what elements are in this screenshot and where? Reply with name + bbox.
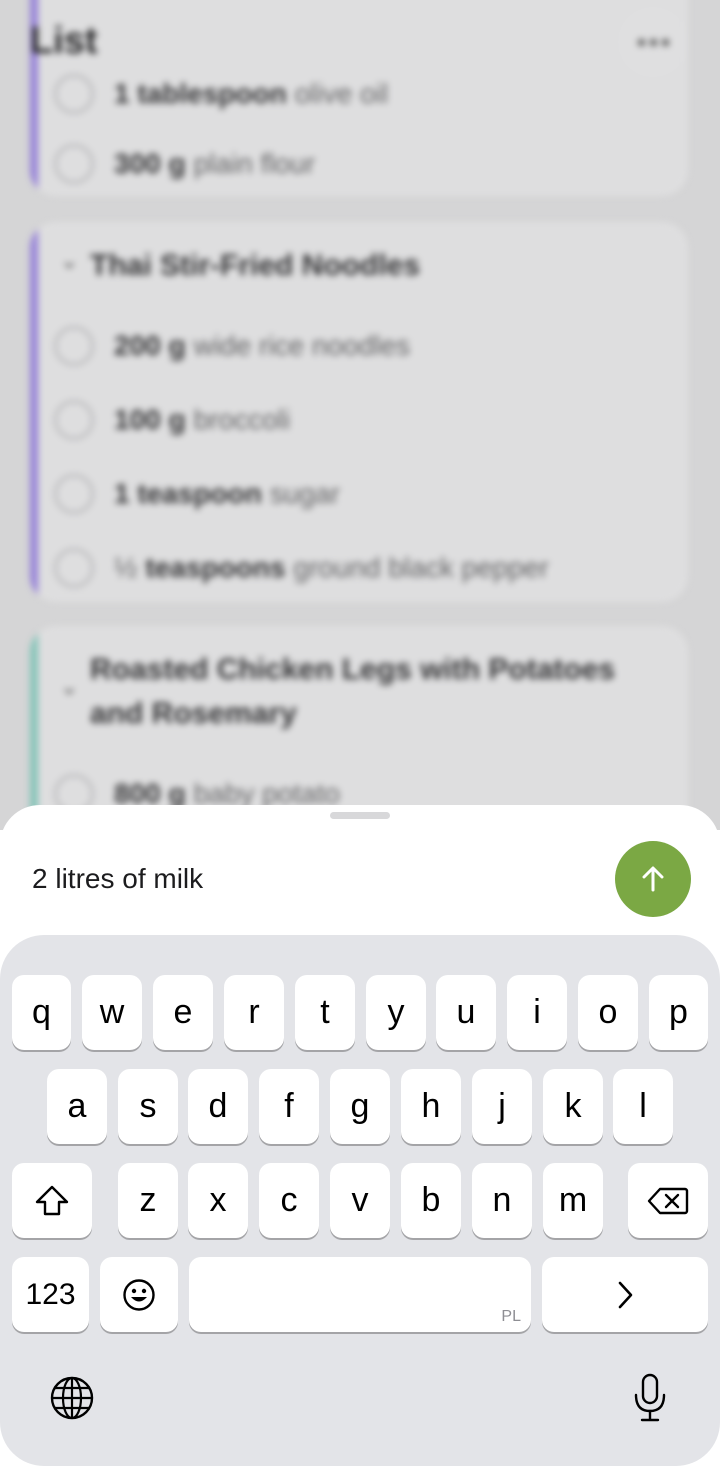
key-e[interactable]: e: [153, 975, 213, 1050]
keyboard: q w e r t y u i o p a s d f g h j k l z …: [0, 935, 720, 1466]
key-t[interactable]: t: [295, 975, 355, 1050]
key-v[interactable]: v: [330, 1163, 390, 1238]
globe-button[interactable]: [42, 1371, 102, 1425]
key-d[interactable]: d: [188, 1069, 248, 1144]
key-s[interactable]: s: [118, 1069, 178, 1144]
key-h[interactable]: h: [401, 1069, 461, 1144]
send-button[interactable]: [615, 841, 691, 917]
key-q[interactable]: q: [12, 975, 71, 1050]
key-j[interactable]: j: [472, 1069, 532, 1144]
key-p[interactable]: p: [649, 975, 708, 1050]
key-c[interactable]: c: [259, 1163, 319, 1238]
numbers-key[interactable]: 123: [12, 1257, 89, 1332]
shift-icon: [35, 1185, 69, 1215]
key-g[interactable]: g: [330, 1069, 390, 1144]
arrow-up-icon: [642, 866, 664, 892]
key-f[interactable]: f: [259, 1069, 319, 1144]
chevron-right-icon: [618, 1281, 633, 1308]
next-key[interactable]: [542, 1257, 708, 1332]
key-l[interactable]: l: [613, 1069, 673, 1144]
key-y[interactable]: y: [366, 975, 426, 1050]
emoji-icon: [123, 1278, 155, 1311]
microphone-icon: [634, 1373, 666, 1422]
key-r[interactable]: r: [224, 975, 284, 1050]
sheet-grabber[interactable]: [330, 812, 390, 819]
globe-icon: [50, 1376, 94, 1420]
keyboard-language-label: PL: [501, 1308, 521, 1325]
key-k[interactable]: k: [543, 1069, 603, 1144]
key-u[interactable]: u: [436, 975, 496, 1050]
shift-key[interactable]: [12, 1163, 92, 1238]
key-m[interactable]: m: [543, 1163, 603, 1238]
key-b[interactable]: b: [401, 1163, 461, 1238]
backspace-key[interactable]: [628, 1163, 708, 1238]
key-w[interactable]: w: [82, 975, 142, 1050]
key-z[interactable]: z: [118, 1163, 178, 1238]
item-input[interactable]: 2 litres of milk: [32, 863, 203, 895]
key-x[interactable]: x: [188, 1163, 248, 1238]
key-i[interactable]: i: [507, 975, 567, 1050]
space-key[interactable]: PL: [189, 1257, 531, 1332]
modal-scrim[interactable]: [0, 0, 720, 830]
shopping-list-background: 1 tablespoon olive oil 300 g plain flour…: [0, 0, 720, 830]
key-n[interactable]: n: [472, 1163, 532, 1238]
key-a[interactable]: a: [47, 1069, 107, 1144]
backspace-icon: [647, 1187, 689, 1214]
emoji-key[interactable]: [100, 1257, 178, 1332]
key-o[interactable]: o: [578, 975, 638, 1050]
dictation-button[interactable]: [620, 1371, 680, 1425]
